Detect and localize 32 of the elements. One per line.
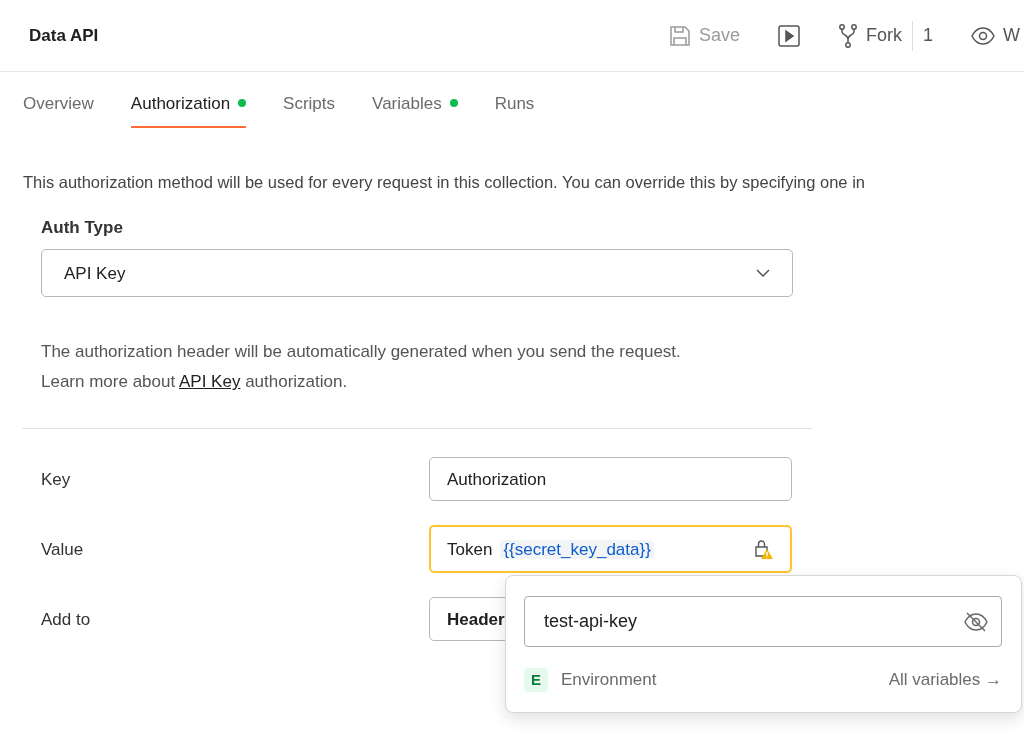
chevron-down-icon [756, 269, 770, 278]
run-button[interactable] [778, 24, 800, 47]
lock-warning-icon [752, 538, 774, 561]
auth-type-select[interactable]: API Key [41, 249, 793, 298]
eye-slash-icon[interactable] [963, 611, 989, 632]
save-icon [668, 24, 691, 47]
field-label: Key [41, 468, 72, 491]
tab[interactable]: Scripts [283, 90, 336, 128]
field-label: Value [41, 538, 85, 561]
tab[interactable]: Runs [494, 90, 535, 128]
value-input[interactable]: Token {{secret_key_data}} [429, 525, 792, 574]
scope-badge: E [524, 667, 548, 692]
auth-type-label: Auth Type [41, 216, 124, 239]
scope-label: Environment [561, 669, 657, 691]
help-text: The authorization header will be automatically generated when you send the request. [41, 341, 682, 364]
play-icon [778, 24, 800, 47]
api-key-link[interactable]: API Key [179, 372, 241, 392]
fork-count: 1 [923, 24, 933, 47]
key-input[interactable]: Authorization [429, 457, 792, 502]
collection-title: Data API [29, 24, 99, 47]
tab[interactable]: Authorization [130, 90, 247, 128]
secret-value-field[interactable]: test-api-key [524, 596, 1002, 647]
help-text: Learn more about API Key authorization. [41, 371, 349, 394]
watch-button[interactable]: W [971, 22, 1020, 49]
fork-icon [838, 23, 858, 48]
tab[interactable]: Overview [23, 90, 94, 128]
field-label: Add to [41, 608, 92, 631]
description-text: This authorization method will be used for every request in this collection. You can override this by specifying one in [23, 172, 866, 193]
all-variables-link[interactable]: All variables → [888, 667, 1002, 693]
fork-button[interactable]: Fork [838, 22, 902, 49]
tab[interactable]: Variables [372, 90, 458, 128]
eye-icon [971, 26, 995, 45]
